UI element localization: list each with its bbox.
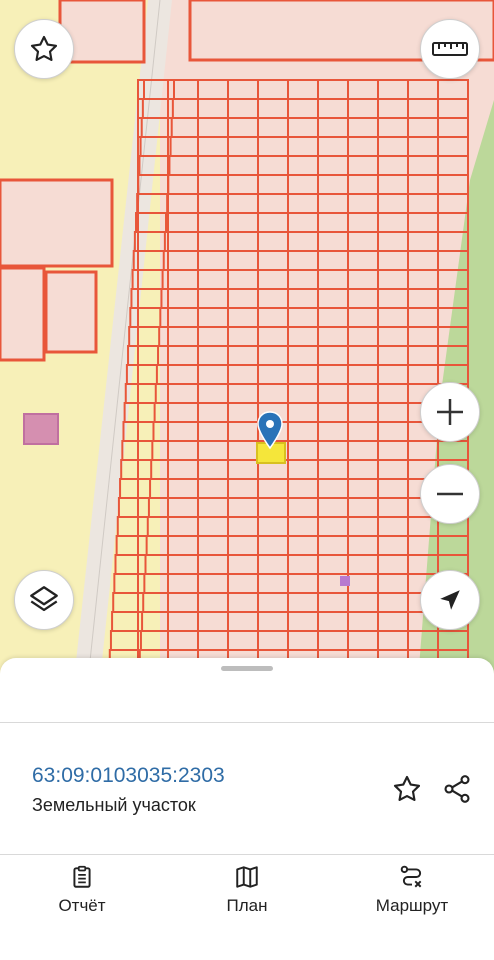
- favorite-parcel-button[interactable]: [387, 769, 427, 809]
- zoom-out-button[interactable]: [420, 464, 480, 524]
- parcel-type: Земельный участок: [32, 795, 196, 815]
- small-building: [340, 576, 350, 586]
- drag-handle[interactable]: [221, 666, 273, 671]
- tab-label: План: [226, 896, 268, 915]
- share-icon: [444, 775, 470, 803]
- locate-button[interactable]: [420, 570, 480, 630]
- layers-icon: [30, 586, 58, 612]
- tab-route[interactable]: Маршрут: [352, 864, 472, 916]
- map-canvas[interactable]: [0, 0, 494, 680]
- zoom-in-button[interactable]: [420, 382, 480, 442]
- map-icon: [236, 866, 258, 888]
- plus-icon: [437, 399, 463, 425]
- divider: [0, 854, 494, 855]
- divider: [0, 722, 494, 723]
- tab-label: Маршрут: [375, 896, 449, 915]
- share-button[interactable]: [437, 769, 477, 809]
- tab-report[interactable]: Отчёт: [22, 864, 142, 916]
- layers-button[interactable]: [14, 570, 74, 630]
- ruler-icon: [432, 42, 468, 56]
- bottom-sheet[interactable]: 63:09:0103035:2303 Земельный участок Отч…: [0, 658, 494, 960]
- parcel-number[interactable]: 63:09:0103035:2303: [32, 764, 225, 788]
- ruler-button[interactable]: [420, 19, 480, 79]
- route-icon: [400, 865, 422, 888]
- navigation-arrow-icon: [440, 590, 460, 610]
- tab-plan[interactable]: План: [187, 864, 307, 916]
- tab-label: Отчёт: [58, 896, 106, 915]
- star-icon: [30, 35, 58, 61]
- cadastral-map[interactable]: [0, 0, 494, 680]
- favorite-map-button[interactable]: [14, 19, 74, 79]
- star-icon: [393, 775, 421, 801]
- small-building: [23, 413, 59, 445]
- minus-icon: [437, 492, 463, 496]
- clipboard-icon: [73, 865, 91, 888]
